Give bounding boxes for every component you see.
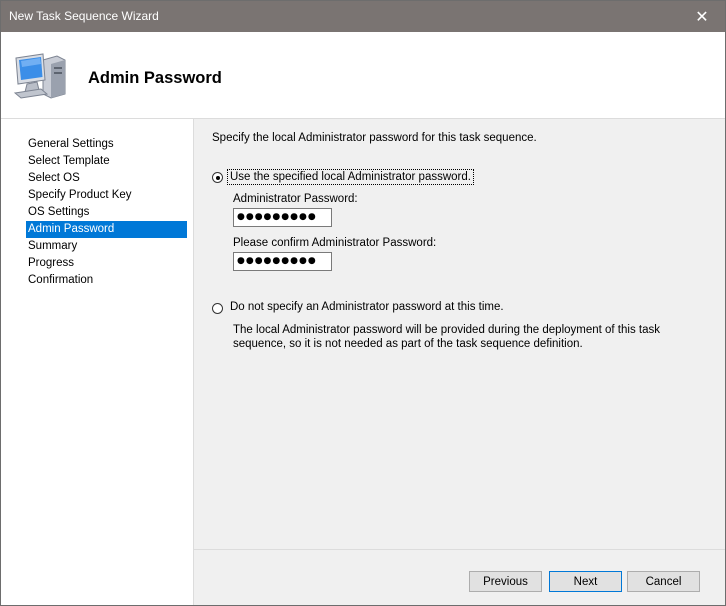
no-password-radio[interactable] [212, 303, 223, 314]
confirm-password-field[interactable]: ●●●●●●●●● [233, 252, 332, 271]
step-select-template[interactable]: Select Template [26, 153, 187, 170]
use-specified-password-radio[interactable] [212, 172, 223, 183]
cancel-button[interactable]: Cancel [627, 571, 700, 592]
wizard-header: Admin Password [1, 32, 725, 119]
step-select-os[interactable]: Select OS [26, 170, 187, 187]
title-bar[interactable]: New Task Sequence Wizard ✕ [1, 1, 725, 32]
step-os-settings[interactable]: OS Settings [26, 204, 187, 221]
confirm-password-label: Please confirm Administrator Password: [233, 237, 437, 249]
use-specified-password-label[interactable]: Use the specified local Administrator pa… [227, 169, 474, 185]
step-confirmation[interactable]: Confirmation [26, 272, 187, 289]
step-summary[interactable]: Summary [26, 238, 187, 255]
wizard-window: New Task Sequence Wizard ✕ Admin Passwor… [0, 0, 726, 606]
previous-button[interactable]: Previous [469, 571, 542, 592]
step-general-settings[interactable]: General Settings [26, 136, 187, 153]
no-password-label[interactable]: Do not specify an Administrator password… [230, 301, 504, 313]
close-icon: ✕ [695, 8, 709, 26]
computer-icon [13, 53, 66, 99]
admin-password-field[interactable]: ●●●●●●●●● [233, 208, 332, 227]
button-bar: Previous Next Cancel [194, 549, 725, 605]
main-content: Specify the local Administrator password… [194, 119, 725, 549]
intro-text: Specify the local Administrator password… [212, 132, 537, 144]
step-specify-product-key[interactable]: Specify Product Key [26, 187, 187, 204]
window-title: New Task Sequence Wizard [9, 9, 159, 23]
admin-password-label: Administrator Password: [233, 193, 358, 205]
no-password-description: The local Administrator password will be… [233, 324, 660, 350]
close-button[interactable]: ✕ [679, 1, 725, 32]
next-button[interactable]: Next [549, 571, 622, 592]
step-progress[interactable]: Progress [26, 255, 187, 272]
wizard-steps-sidebar: General Settings Select Template Select … [1, 119, 194, 605]
step-admin-password[interactable]: Admin Password [26, 221, 187, 238]
page-title: Admin Password [88, 69, 222, 87]
